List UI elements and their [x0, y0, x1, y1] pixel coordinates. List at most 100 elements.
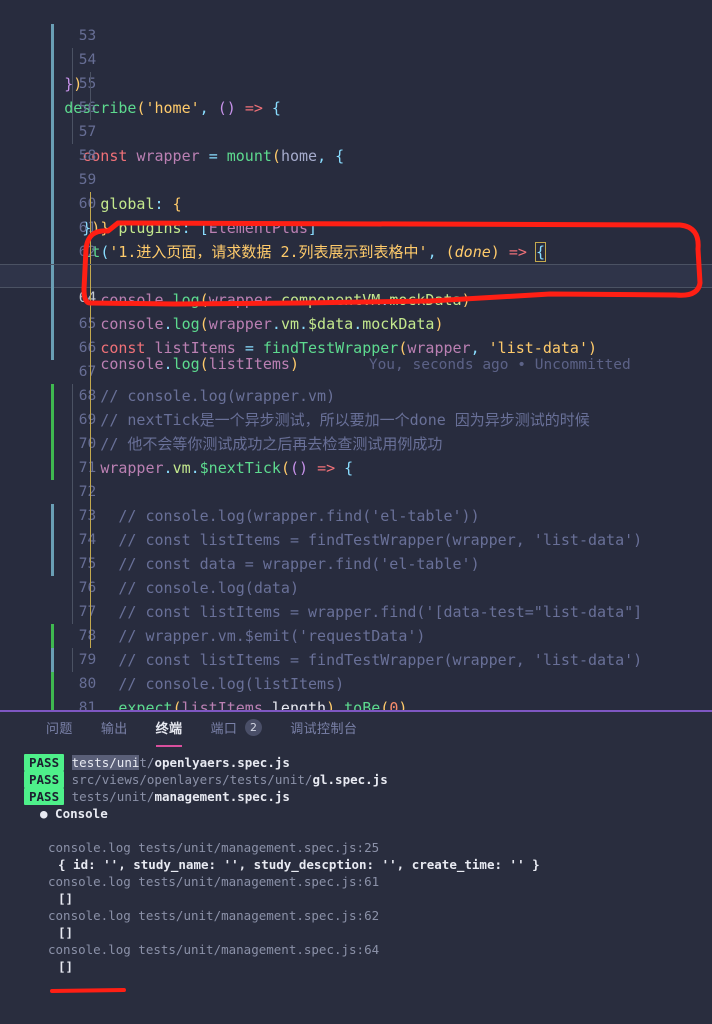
panel-tab-output[interactable]: 输出 — [87, 713, 142, 747]
panel-tab-label: 问题 — [46, 722, 73, 737]
git-gutter-marker — [51, 168, 54, 192]
code-line[interactable]: 57 plugins: [ElementPlus] — [0, 96, 712, 237]
indent-guide — [72, 384, 73, 408]
code-line[interactable]: 59 }) — [0, 144, 712, 237]
indent-guide — [72, 576, 73, 600]
git-gutter-marker — [51, 480, 54, 504]
indent-guide — [72, 600, 73, 624]
code-editor[interactable]: 53 }) 54 describe('home', () => { 55 con… — [0, 0, 712, 710]
indent-guide — [90, 288, 91, 312]
code-line[interactable]: 71 // const data = wrapper.find('el-tabl… — [0, 432, 712, 573]
result-path-dim: src/views/openlayers/tests/unit/ — [71, 772, 313, 787]
git-gutter-marker — [51, 624, 54, 648]
indent-guide — [90, 240, 91, 264]
console-entry-source: console.log tests/unit/management.spec.j… — [48, 840, 380, 855]
code-line-active[interactable]: 64 console.log(listItems) You, seconds a… — [0, 264, 712, 373]
code-line[interactable]: 62 console.log(wrapper.vm.$data.mockData… — [0, 216, 712, 333]
code-line[interactable]: 53 }) — [0, 0, 712, 93]
result-path-dim: tests/unit/ — [71, 789, 155, 804]
indent-guide — [72, 120, 73, 144]
panel-tab-problems[interactable]: 问题 — [32, 713, 87, 747]
selected-text: tests/uni — [71, 755, 140, 770]
indent-guide — [90, 96, 91, 120]
code-line[interactable]: 79 }) — [0, 624, 712, 668]
indent-guide — [90, 72, 91, 96]
terminal-result-row: PASS tests/unit/openlyaers.spec.js — [0, 754, 712, 771]
console-entry-source: console.log tests/unit/management.spec.j… — [48, 942, 380, 957]
code-line[interactable]: 77 expect(listItems.length).toBe(0) — [0, 576, 712, 710]
code-line[interactable]: 73 // const listItems = wrapper.find('[d… — [0, 480, 712, 621]
git-gutter-marker — [51, 552, 54, 576]
git-gutter-marker — [51, 528, 54, 552]
git-gutter-marker — [51, 312, 54, 336]
git-gutter-marker — [51, 384, 54, 408]
result-path-file: openlyaers.spec.js — [154, 755, 290, 770]
code-line[interactable]: 74 // wrapper.vm.$emit('requestData') — [0, 504, 712, 645]
git-gutter-marker — [51, 48, 54, 72]
git-gutter-marker — [51, 672, 54, 696]
indent-guide — [90, 624, 91, 648]
code-line[interactable]: 81 }) — [0, 672, 712, 710]
indent-guide — [90, 504, 91, 528]
git-gutter-marker — [51, 456, 54, 480]
indent-guide — [90, 528, 91, 552]
indent-guide — [72, 648, 73, 672]
terminal-result-row: PASS tests/unit/management.spec.js — [0, 788, 712, 805]
indent-guide — [90, 360, 91, 384]
vscode-window: 53 }) 54 describe('home', () => { 55 con… — [0, 0, 712, 1024]
code-line[interactable]: 80 }) — [0, 648, 712, 692]
code-line[interactable]: 61 console.log(wrapper.componentVM.mockD… — [0, 192, 712, 309]
terminal-output[interactable]: PASS tests/unit/openlyaers.spec.js PASS … — [0, 748, 712, 1024]
code-line[interactable]: 70 // const listItems = findTestWrapper(… — [0, 408, 712, 549]
git-gutter-marker — [51, 600, 54, 624]
bottom-panel: 问题 输出 终端 端口 2 调试控制台 PASS tests/unit/openl… — [0, 710, 712, 1024]
indent-guide — [72, 552, 73, 576]
code-line[interactable]: 82 // it (` — [0, 696, 712, 710]
console-entry-value: [] — [58, 959, 74, 974]
indent-guide — [90, 408, 91, 432]
panel-tab-debug-console[interactable]: 调试控制台 — [276, 713, 371, 747]
git-gutter-marker — [51, 72, 54, 96]
git-gutter-marker — [51, 192, 54, 216]
code-line[interactable]: 69 // console.log(wrapper.find('el-table… — [0, 384, 712, 525]
code-line[interactable]: 75 // const listItems = findTestWrapper(… — [0, 528, 712, 669]
code-line[interactable]: 63 const listItems = findTestWrapper(wra… — [0, 240, 712, 357]
git-gutter-marker — [51, 504, 54, 528]
indent-guide — [72, 72, 73, 96]
console-entry-value: [] — [58, 925, 74, 940]
result-path-file: gl.spec.js — [312, 772, 388, 787]
indent-guide — [72, 480, 73, 504]
code-line[interactable]: 78 done() — [0, 600, 712, 644]
panel-tab-ports[interactable]: 端口 2 — [196, 713, 276, 747]
git-gutter-marker — [51, 696, 54, 710]
git-gutter-marker — [51, 265, 54, 289]
git-gutter-marker — [51, 408, 54, 432]
indent-guide — [90, 456, 91, 480]
git-gutter-marker — [51, 240, 54, 264]
indent-guide — [72, 96, 73, 120]
panel-tab-terminal[interactable]: 终端 — [142, 713, 197, 747]
code-line[interactable]: 56 global: { — [0, 72, 712, 213]
pass-badge: PASS — [24, 771, 65, 788]
panel-tab-bar: 问题 输出 终端 端口 2 调试控制台 — [0, 712, 712, 748]
git-gutter-marker — [51, 0, 54, 24]
console-entry-source: console.log tests/unit/management.spec.j… — [48, 908, 380, 923]
code-line[interactable]: 65 // console.log(wrapper.vm) — [0, 288, 712, 405]
pass-badge: PASS — [24, 754, 65, 771]
git-gutter-marker — [51, 576, 54, 600]
terminal-result-row: PASS src/views/openlayers/tests/unit/gl.… — [0, 771, 712, 788]
git-gutter-marker — [51, 288, 54, 312]
code-line[interactable]: 68 wrapper.vm.$nextTick(() => { — [0, 360, 712, 477]
code-line[interactable]: 60 it('1.进入页面，请求数据 2.列表展示到表格中', (done) =… — [0, 168, 712, 262]
code-line[interactable]: 72 // console.log(data) — [0, 456, 712, 597]
code-line[interactable]: 55 const wrapper = mount(home, { — [0, 48, 712, 165]
code-line[interactable]: 67 // 他不会等你测试成功之后再去检查测试用例成功 — [0, 336, 712, 453]
code-line[interactable]: 76 // console.log(listItems) — [0, 552, 712, 693]
code-line[interactable]: 58 } — [0, 120, 712, 237]
ports-count-badge: 2 — [245, 719, 263, 736]
indent-guide — [90, 576, 91, 600]
code-line[interactable]: 54 describe('home', () => { — [0, 24, 712, 117]
code-line[interactable]: 66 // nextTick是一个异步测试，所以要加一个done 因为异步测试的… — [0, 312, 712, 429]
